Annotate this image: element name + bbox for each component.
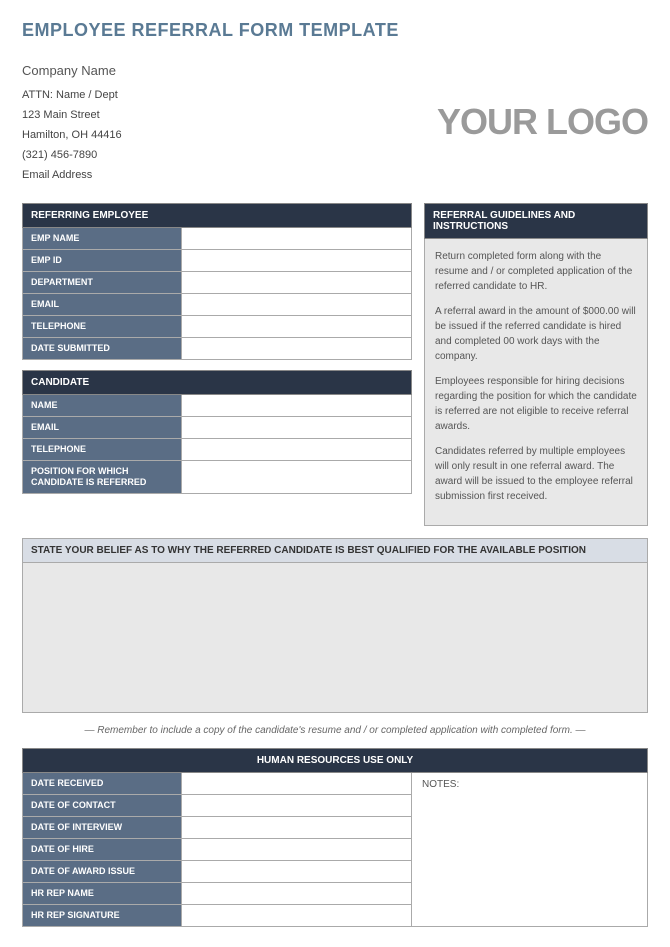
emp-name-input[interactable] <box>182 228 412 250</box>
hr-rep-name-label: HR REP NAME <box>22 883 182 905</box>
guidelines-box: Return completed form along with the res… <box>424 239 648 526</box>
guidelines-p4: Candidates referred by multiple employee… <box>435 444 637 504</box>
hr-rep-sig-label: HR REP SIGNATURE <box>22 905 182 927</box>
date-submitted-input[interactable] <box>182 338 412 360</box>
company-header: Company Name ATTN: Name / Dept 123 Main … <box>22 59 648 185</box>
company-name: Company Name <box>22 59 122 82</box>
emp-id-label: EMP ID <box>22 250 182 272</box>
date-received-label: DATE RECEIVED <box>22 773 182 795</box>
notes-label: NOTES: <box>422 779 459 790</box>
cand-email-input[interactable] <box>182 417 412 439</box>
hr-heading: HUMAN RESOURCES USE ONLY <box>22 748 648 773</box>
company-info: Company Name ATTN: Name / Dept 123 Main … <box>22 59 122 185</box>
emp-name-label: EMP NAME <box>22 228 182 250</box>
referring-heading: REFERRING EMPLOYEE <box>22 203 412 228</box>
cand-name-input[interactable] <box>182 395 412 417</box>
date-submitted-label: DATE SUBMITTED <box>22 338 182 360</box>
date-interview-label: DATE OF INTERVIEW <box>22 817 182 839</box>
company-street: 123 Main Street <box>22 106 122 126</box>
belief-textarea[interactable] <box>22 563 648 713</box>
cand-position-label: POSITION FOR WHICH CANDIDATE IS REFERRED <box>22 461 182 494</box>
hr-rep-name-input[interactable] <box>182 883 412 905</box>
date-received-input[interactable] <box>182 773 412 795</box>
company-attn: ATTN: Name / Dept <box>22 86 122 106</box>
candidate-heading: CANDIDATE <box>22 370 412 395</box>
ref-email-input[interactable] <box>182 294 412 316</box>
company-phone: (321) 456-7890 <box>22 146 122 166</box>
guidelines-p2: A referral award in the amount of $000.0… <box>435 304 637 364</box>
date-hire-label: DATE OF HIRE <box>22 839 182 861</box>
guidelines-p3: Employees responsible for hiring decisio… <box>435 374 637 434</box>
logo-placeholder: YOUR LOGO <box>437 101 648 143</box>
ref-telephone-input[interactable] <box>182 316 412 338</box>
hr-rep-sig-input[interactable] <box>182 905 412 927</box>
ref-telephone-label: TELEPHONE <box>22 316 182 338</box>
cand-position-input[interactable] <box>182 461 412 494</box>
date-interview-input[interactable] <box>182 817 412 839</box>
cand-telephone-input[interactable] <box>182 439 412 461</box>
hr-notes-box[interactable]: NOTES: <box>412 773 648 927</box>
date-hire-input[interactable] <box>182 839 412 861</box>
page-title: EMPLOYEE REFERRAL FORM TEMPLATE <box>22 20 648 41</box>
date-award-label: DATE OF AWARD ISSUE <box>22 861 182 883</box>
company-email: Email Address <box>22 166 122 186</box>
guidelines-p1: Return completed form along with the res… <box>435 249 637 294</box>
date-contact-input[interactable] <box>182 795 412 817</box>
ref-email-label: EMAIL <box>22 294 182 316</box>
cand-telephone-label: TELEPHONE <box>22 439 182 461</box>
belief-heading: STATE YOUR BELIEF AS TO WHY THE REFERRED… <box>22 538 648 563</box>
reminder-text: — Remember to include a copy of the cand… <box>22 725 648 736</box>
department-label: DEPARTMENT <box>22 272 182 294</box>
date-contact-label: DATE OF CONTACT <box>22 795 182 817</box>
cand-name-label: NAME <box>22 395 182 417</box>
emp-id-input[interactable] <box>182 250 412 272</box>
company-citystate: Hamilton, OH 44416 <box>22 126 122 146</box>
date-award-input[interactable] <box>182 861 412 883</box>
guidelines-heading: REFERRAL GUIDELINES AND INSTRUCTIONS <box>424 203 648 239</box>
department-input[interactable] <box>182 272 412 294</box>
cand-email-label: EMAIL <box>22 417 182 439</box>
